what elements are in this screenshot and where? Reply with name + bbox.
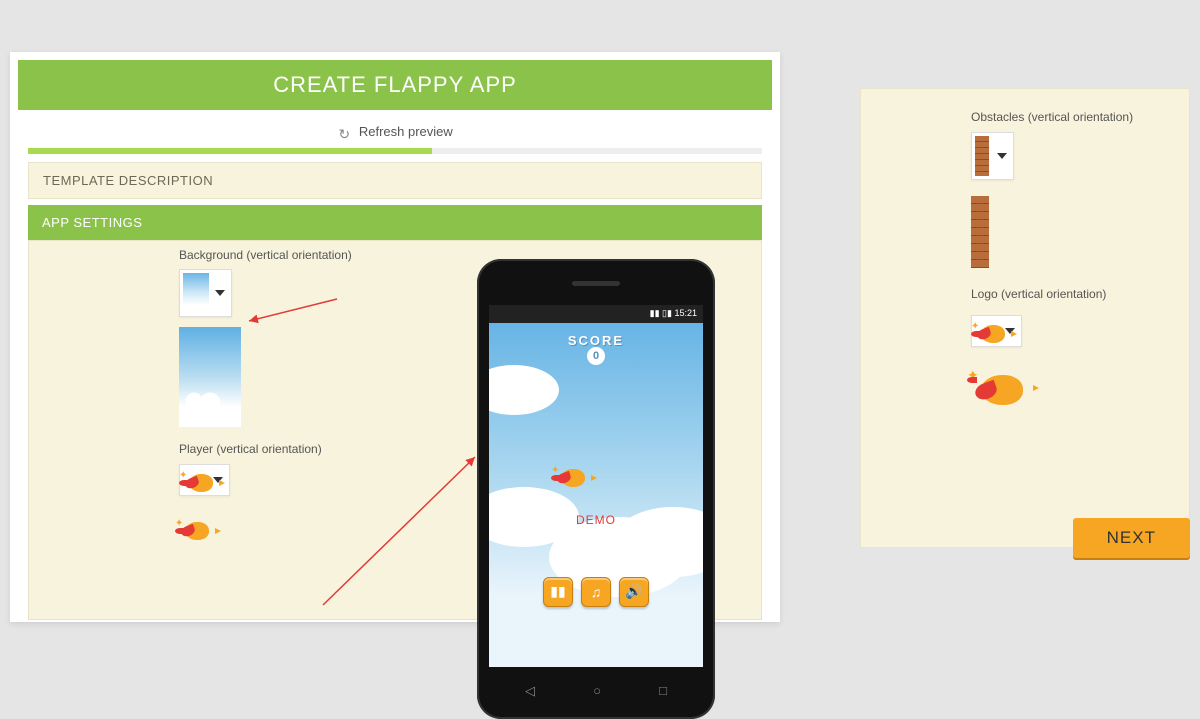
chevron-down-icon: [215, 290, 225, 296]
signal-icon: ▮▮ ▯▮: [650, 308, 675, 318]
back-icon: ◁: [525, 683, 535, 699]
obstacles-dropdown[interactable]: [971, 132, 1014, 180]
phone-speaker-icon: [572, 281, 620, 286]
music-button[interactable]: ♫: [581, 577, 611, 607]
phone-nav-bar: ◁ ○ □: [496, 679, 696, 703]
player-label: Player (vertical orientation): [179, 441, 439, 458]
section-template-description[interactable]: TEMPLATE DESCRIPTION: [28, 162, 762, 199]
game-buttons: ▮▮ ♫ 🔊: [489, 577, 703, 607]
section-app-settings[interactable]: APP SETTINGS: [28, 205, 762, 240]
settings-left-column: Background (vertical orientation) Player…: [179, 247, 439, 545]
main-panel: CREATE FLAPPY APP Refresh preview TEMPLA…: [10, 52, 780, 622]
right-panel: Obstacles (vertical orientation) Logo (v…: [860, 88, 1190, 548]
player-preview: ✦: [179, 516, 219, 544]
next-button[interactable]: NEXT: [1073, 518, 1190, 558]
obstacles-label: Obstacles (vertical orientation): [971, 109, 1171, 126]
logo-preview: ✦: [971, 365, 1037, 413]
cloud-icon: [489, 365, 559, 415]
game-screen: ▮▮ ▯▮ 15:21 SCORE 0 ✦ DEMO ▮▮ ♫ 🔊: [489, 305, 703, 667]
obstacle-thumb-icon: [975, 136, 989, 176]
background-dropdown[interactable]: [179, 269, 232, 317]
pause-icon: ▮▮: [550, 583, 565, 600]
music-icon: ♫: [591, 584, 602, 600]
speaker-icon: 🔊: [625, 583, 642, 600]
progress-bar: [28, 148, 762, 154]
refresh-icon: [337, 126, 351, 140]
logo-label: Logo (vertical orientation): [971, 286, 1171, 303]
background-thumb-icon: [183, 273, 209, 313]
obstacle-preview: [971, 196, 989, 268]
background-preview: [179, 327, 241, 427]
home-icon: ○: [593, 683, 601, 698]
progress-fill: [28, 148, 432, 154]
player-dropdown[interactable]: ✦: [179, 464, 230, 496]
recent-icon: □: [659, 683, 667, 698]
chevron-down-icon: [997, 153, 1007, 159]
sound-button[interactable]: 🔊: [619, 577, 649, 607]
status-bar: ▮▮ ▯▮ 15:21: [489, 305, 703, 323]
logo-dropdown[interactable]: ✦: [971, 315, 1022, 347]
score-label: SCORE: [489, 333, 703, 348]
settings-body: Background (vertical orientation) Player…: [28, 240, 762, 620]
background-label: Background (vertical orientation): [179, 247, 439, 264]
refresh-preview-button[interactable]: Refresh preview: [10, 118, 780, 148]
pause-button[interactable]: ▮▮: [543, 577, 573, 607]
player-thumb-icon: ✦: [183, 468, 213, 492]
logo-thumb-icon: ✦: [975, 319, 1005, 343]
page-title: CREATE FLAPPY APP: [18, 60, 772, 110]
demo-label: DEMO: [489, 513, 703, 527]
status-time: 15:21: [674, 308, 697, 318]
score-value: 0: [587, 347, 605, 365]
phone-preview: ▮▮ ▯▮ 15:21 SCORE 0 ✦ DEMO ▮▮ ♫ 🔊 ◁: [477, 259, 715, 719]
refresh-label: Refresh preview: [359, 124, 453, 139]
game-bird-icon: ✦: [555, 463, 595, 491]
